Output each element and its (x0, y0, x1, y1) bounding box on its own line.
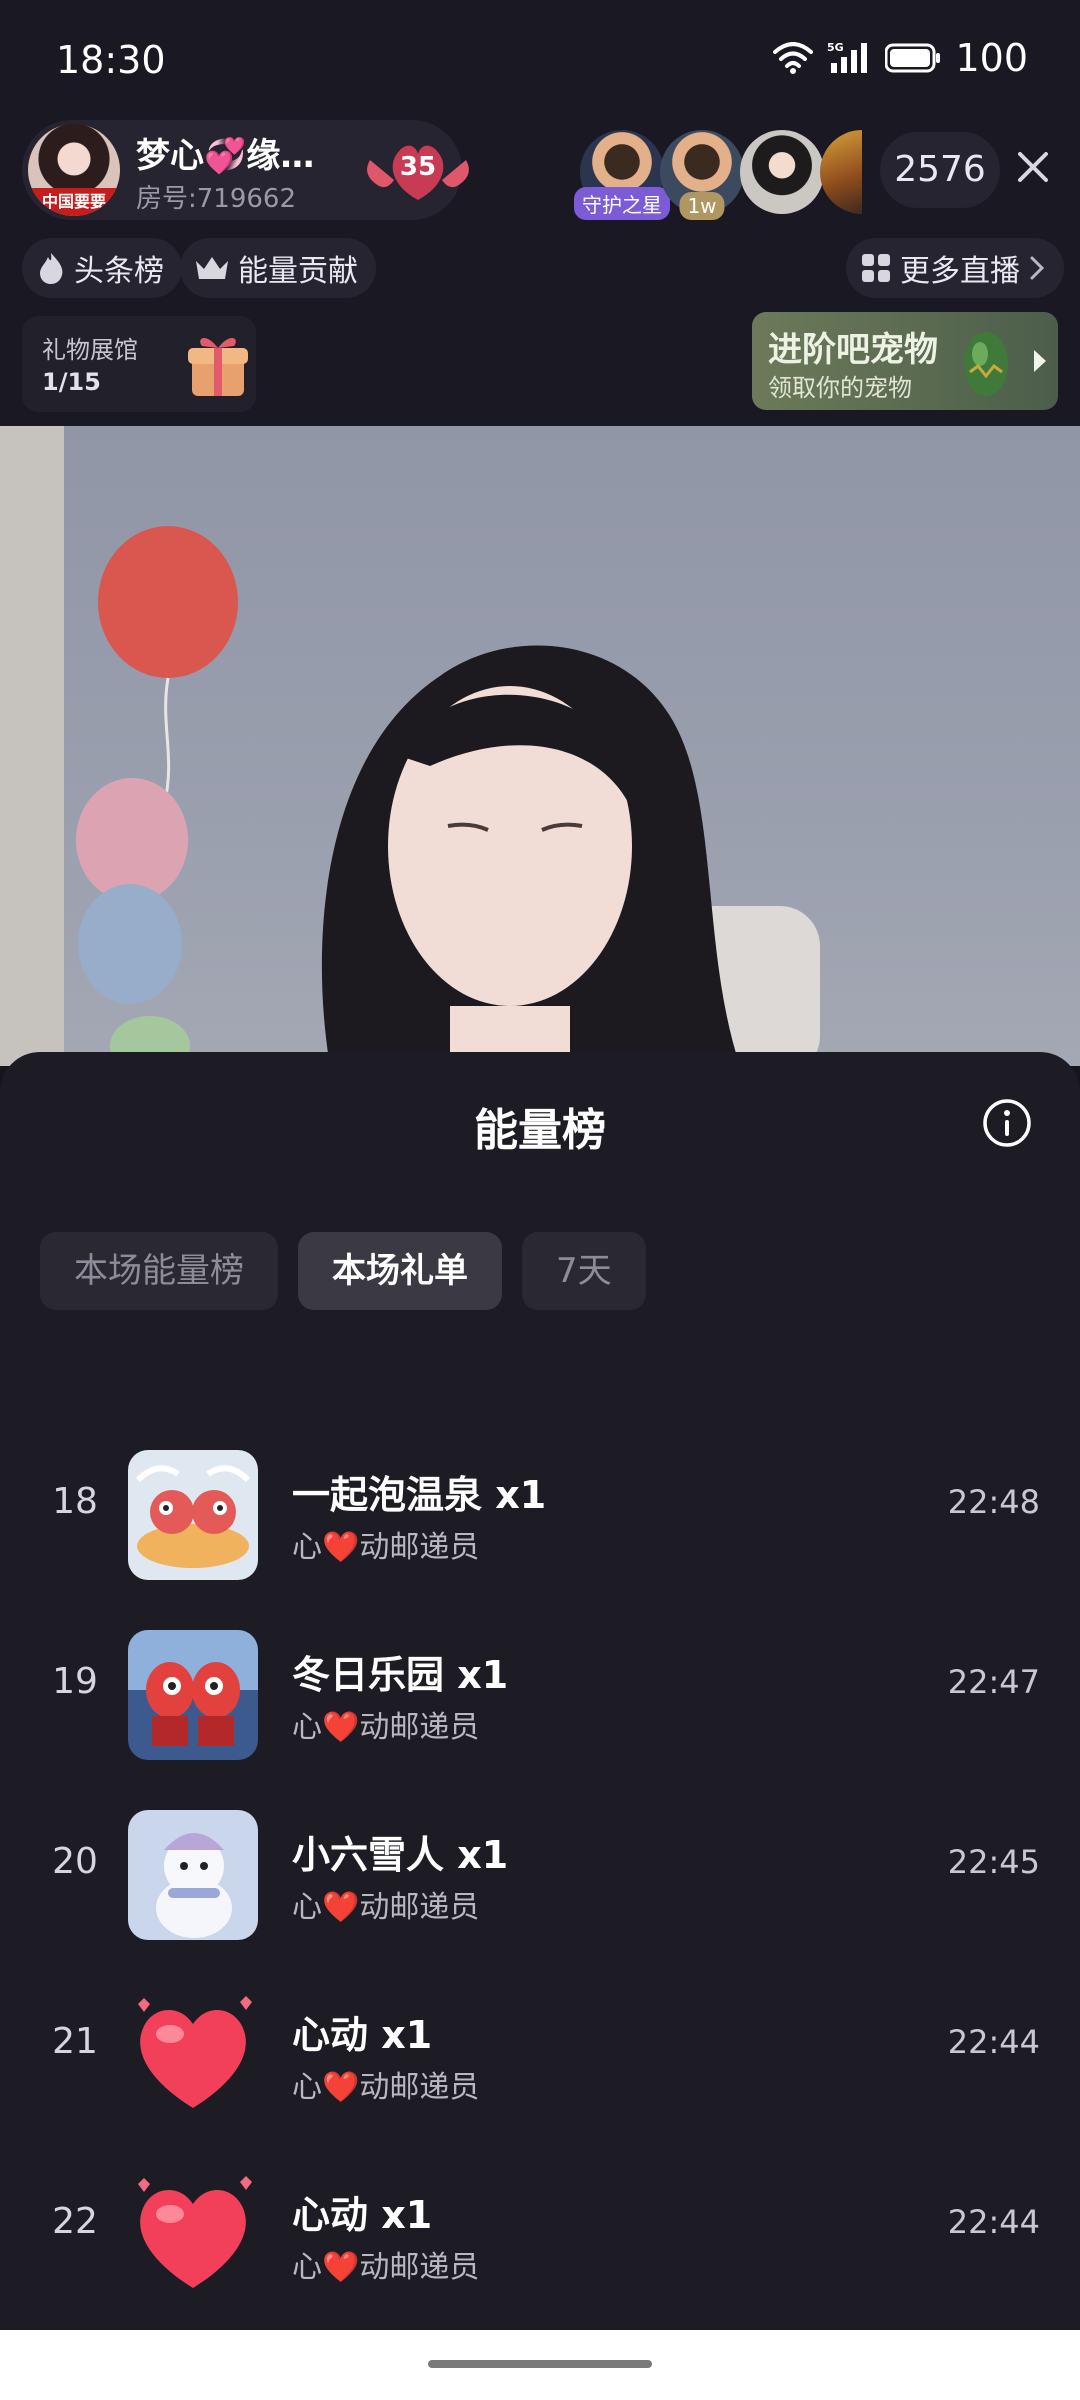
live-stream-video[interactable] (0, 426, 1080, 1066)
battery-icon (885, 43, 941, 73)
svg-text:5G: 5G (827, 41, 844, 54)
energy-contribution-chip[interactable]: 能量贡献 (180, 238, 376, 298)
wifi-icon (773, 42, 814, 74)
gift-hall-card[interactable]: 礼物展馆 1/15 (22, 316, 256, 412)
gift-time: 22:44 (947, 2023, 1040, 2061)
gift-box-icon (188, 337, 248, 396)
status-bar: 18:30 5G 100 (0, 0, 1080, 120)
close-icon[interactable] (1008, 142, 1058, 192)
list-item[interactable]: 22 心动 x1 心❤️动邮递员 22:44 (0, 2132, 1080, 2312)
host-avatar[interactable]: 中国要要 (28, 124, 120, 216)
rank-number: 21 (52, 2021, 98, 2062)
sheet-title: 能量榜 (474, 1105, 606, 1156)
gift-sender[interactable]: 心❤️动邮递员 (292, 2242, 479, 2286)
gift-hall-title: 礼物展馆 (42, 336, 138, 364)
crown-icon (196, 257, 228, 279)
tab-session-gifts[interactable]: 本场礼单 (298, 1232, 502, 1310)
status-time: 18:30 (56, 38, 166, 82)
gift-name: 冬日乐园 x1 (292, 1653, 509, 1697)
flame-icon (40, 253, 63, 284)
gift-sender[interactable]: 心❤️动邮递员 (292, 1882, 479, 1926)
gift-list[interactable]: 18 一起泡温泉 x1 心❤️动邮递员 22:48 19 冬日乐园 x1 心❤️… (0, 1352, 1080, 2330)
tab-7-days[interactable]: 7天 (522, 1232, 646, 1310)
pet-banner[interactable]: 进阶吧宠物 领取你的宠物 (752, 312, 1058, 410)
viewer-avatar[interactable]: 守护之星 (574, 130, 670, 220)
tab-session-energy[interactable]: 本场能量榜 (40, 1232, 278, 1310)
gift-name: 心动 x1 (292, 2193, 433, 2237)
gift-time: 22:48 (947, 1483, 1040, 1521)
snowman-gift-icon (128, 1810, 258, 1940)
gift-time: 22:44 (947, 2203, 1040, 2241)
pet-banner-title: 进阶吧宠物 (768, 330, 938, 370)
grid-icon (862, 254, 890, 282)
energy-contribution-label: 能量贡献 (238, 254, 358, 289)
heart-gift-icon (138, 1996, 252, 2108)
battery-level: 100 (955, 36, 1028, 80)
rank-tabs: 本场能量榜 本场礼单 7天 (40, 1232, 646, 1310)
host-name: 梦心💞缘… (136, 136, 315, 176)
gift-sender[interactable]: 心❤️动邮递员 (292, 2062, 479, 2106)
headline-rank-chip[interactable]: 头条榜 (22, 238, 182, 298)
hot-spring-gift-icon (128, 1450, 258, 1580)
play-arrow-icon (1034, 350, 1046, 372)
host-avatar-tag: 中国要要 (28, 188, 120, 216)
room-number: 房号:719662 (136, 184, 297, 214)
heart-gift-icon (138, 2176, 252, 2288)
rank-number: 22 (52, 2201, 98, 2242)
live-room-header: 中国要要 梦心💞缘… 房号:719662 35 守护之星 1w 2576 头条榜… (0, 120, 1080, 426)
gift-name: 小六雪人 x1 (292, 1833, 509, 1877)
gift-hall-progress: 1/15 (42, 368, 101, 396)
host-info-pill[interactable]: 中国要要 梦心💞缘… 房号:719662 35 (22, 120, 469, 220)
gift-sender[interactable]: 心❤️动邮递员 (292, 1522, 479, 1566)
rank-number: 20 (52, 1841, 98, 1882)
system-nav-bar (0, 2330, 1080, 2400)
pet-banner-subtitle: 领取你的宠物 (768, 374, 912, 402)
list-item[interactable]: 18 一起泡温泉 x1 心❤️动邮递员 22:48 (0, 1412, 1080, 1592)
level-badge[interactable]: 35 (362, 134, 474, 206)
home-indicator[interactable] (428, 2360, 652, 2368)
gift-sender[interactable]: 心❤️动邮递员 (292, 1702, 479, 1746)
viewer-avatar[interactable] (820, 130, 862, 214)
viewer-avatar[interactable]: 1w (660, 130, 744, 220)
top-viewers: 守护之星 1w (574, 128, 862, 220)
list-item[interactable]: 19 冬日乐园 x1 心❤️动邮递员 22:47 (0, 1592, 1080, 1772)
viewer-avatar[interactable] (740, 130, 824, 214)
status-icons: 5G 100 (773, 36, 1028, 80)
viewer-count[interactable]: 2576 (880, 132, 1000, 208)
more-live-chip[interactable]: 更多直播 (846, 238, 1064, 298)
info-icon[interactable] (980, 1096, 1034, 1150)
pet-egg-icon (964, 332, 1008, 396)
list-item[interactable]: 20 小六雪人 x1 心❤️动邮递员 22:45 (0, 1772, 1080, 1952)
gift-time: 22:45 (947, 1843, 1040, 1881)
gift-time: 22:47 (947, 1663, 1040, 1701)
gift-name: 一起泡温泉 x1 (292, 1473, 547, 1517)
signal-5g-icon: 5G (827, 41, 868, 73)
energy-rank-sheet: 能量榜 本场能量榜 本场礼单 7天 18 一起泡温泉 x1 心❤️动邮递员 22… (0, 1052, 1080, 2330)
list-item[interactable]: 21 心动 x1 心❤️动邮递员 22:44 (0, 1952, 1080, 2132)
viewer-tag: 1w (679, 192, 725, 220)
headline-rank-label: 头条榜 (74, 254, 164, 289)
viewer-tag: 守护之星 (574, 187, 670, 220)
winter-park-gift-icon (128, 1630, 258, 1760)
rank-number: 19 (52, 1661, 98, 1702)
stream-scene (0, 426, 820, 1066)
chevron-right-icon (1030, 256, 1045, 280)
more-live-label: 更多直播 (900, 254, 1020, 289)
level-number: 35 (399, 152, 437, 182)
gift-name: 心动 x1 (292, 2013, 433, 2057)
rank-number: 18 (52, 1481, 98, 1522)
